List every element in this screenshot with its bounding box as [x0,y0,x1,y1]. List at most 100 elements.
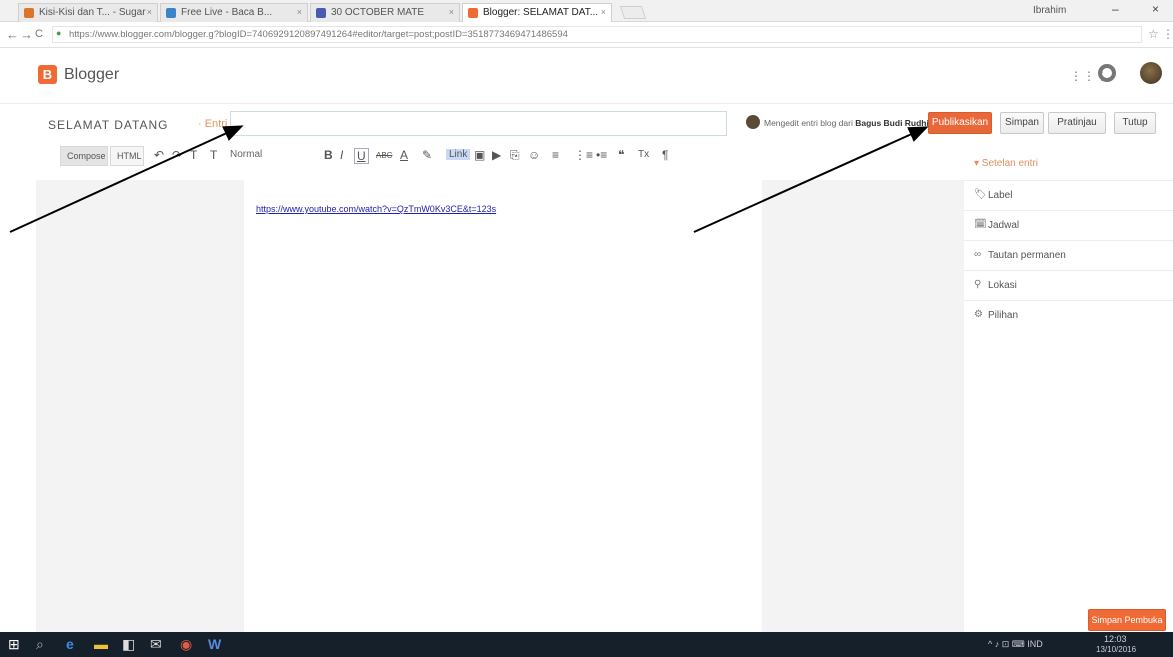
favicon-icon [166,8,176,18]
reload-icon[interactable]: C [35,28,43,40]
format-select[interactable]: Normal [230,149,262,160]
tab-4-active[interactable]: Blogger: SELAMAT DAT... × [462,3,612,22]
windows-taskbar: ⊞ ⌕ e ▬ ◧ ✉ ◉ W ^ ♪ ⊡ ⌨ IND 12:03 13/10/… [0,632,1173,657]
align-icon[interactable]: ≡ [552,148,559,162]
address-bar-row: ← → C https://www.blogger.com/blogger.g?… [0,22,1173,48]
sidebar-item-schedule[interactable]: 🗓 Jadwal [964,210,1173,238]
close-window-icon[interactable]: × [1152,2,1159,16]
redo-icon[interactable]: ↷ [172,148,182,162]
gear-icon: ⚙ [974,309,983,320]
publish-button[interactable]: Publikasikan [928,112,992,134]
html-mode-button[interactable]: HTML [110,146,144,166]
url-input[interactable]: https://www.blogger.com/blogger.g?blogID… [52,26,1142,43]
store-icon[interactable]: ◧ [122,636,135,652]
blogger-logo-icon[interactable]: B [38,65,57,84]
menu-icon[interactable]: ⋮ [1162,27,1173,41]
post-body-editor[interactable]: https://www.youtube.com/watch?v=QzTmW0Kv… [244,180,762,632]
blogger-header [0,49,1173,109]
location-icon: ⚲ [974,279,982,290]
numbered-list-icon[interactable]: ⋮≡ [574,148,593,162]
link-button[interactable]: Link [446,149,471,160]
entry-label: · Entri [198,118,228,130]
header-divider [0,103,1173,104]
window-user[interactable]: Ibrahim [1033,5,1066,16]
sidebar-item-label: Jadwal [988,220,1020,231]
bullet-list-icon[interactable]: •≡ [596,148,607,162]
sidebar-save-button[interactable]: Simpan Pembuka [1088,609,1166,631]
jump-break-icon[interactable]: ⎘ [510,148,520,163]
clock-date[interactable]: 13/10/2016 [1096,645,1136,654]
author-name: Bagus Budi Rudhi [855,118,929,128]
preview-button[interactable]: Pratinjau [1048,112,1106,134]
video-icon[interactable]: ▶ [492,148,501,162]
close-icon[interactable]: × [297,7,302,17]
undo-icon[interactable]: ↶ [154,148,164,162]
emoji-icon[interactable]: ☺ [528,148,540,162]
url-text: https://www.blogger.com/blogger.g?blogID… [69,29,568,40]
close-button[interactable]: Tutup [1114,112,1156,134]
close-icon[interactable]: × [601,7,606,17]
author-prefix: Mengedit entri blog dari [764,118,856,128]
new-tab-button[interactable] [619,6,647,19]
sidebar-item-location[interactable]: ⚲ Lokasi [964,270,1173,298]
sidebar-item-label: Tautan permanen [988,250,1066,261]
image-icon[interactable]: ▣ [474,148,485,162]
rtl-icon[interactable]: ¶ [662,148,668,162]
clear-format-icon[interactable]: Tx [638,149,649,160]
editor-right-margin [762,180,964,632]
compose-mode-button[interactable]: Compose [60,146,108,166]
sidebar-item-options[interactable]: ⚙ Pilihan [964,300,1173,328]
author-avatar [746,115,760,129]
author-info: Mengedit entri blog dari Bagus Budi Rudh… [764,118,929,128]
bold-icon[interactable]: B [324,148,333,162]
italic-icon[interactable]: I [340,148,343,162]
strikethrough-icon[interactable]: ABC [376,151,392,160]
system-tray[interactable]: ^ ♪ ⊡ ⌨ IND [988,639,1043,650]
sidebar-item-permalink[interactable]: ∞ Tautan permanen [964,240,1173,268]
text-color-icon[interactable]: A [400,148,408,162]
sidebar-item-label: Pilihan [988,310,1019,321]
minimize-icon[interactable]: – [1112,2,1119,16]
mail-icon[interactable]: ✉ [150,636,162,652]
tab-3-label: 30 OCTOBER MATE [331,7,424,18]
blog-title[interactable]: SELAMAT DATANG [48,118,168,132]
lock-icon: ● [56,28,62,38]
link-icon: ∞ [974,249,982,260]
edge-icon[interactable]: e [66,636,74,652]
sidebar-item-label: Lokasi [988,280,1017,291]
close-icon[interactable]: × [449,7,454,17]
highlight-icon[interactable]: ✎ [422,148,432,162]
body-link[interactable]: https://www.youtube.com/watch?v=QzTmW0Kv… [256,204,496,214]
underline-icon[interactable]: U [354,148,369,164]
font-icon[interactable]: T [190,148,197,162]
browser-tab-bar: Kisi-Kisi dan T... - Sugar × Free Live -… [0,0,1173,22]
favicon-icon [24,8,34,18]
clock-time[interactable]: 12:03 [1104,634,1127,644]
save-button[interactable]: Simpan [1000,112,1044,134]
tab-1-label: Kisi-Kisi dan T... - Sugar [39,7,146,18]
post-settings-sidebar: ▾ Setelan entri 🏷 Label 🗓 Jadwal ∞ Tauta… [964,140,1173,632]
post-settings-title[interactable]: ▾ Setelan entri [974,158,1038,169]
blogger-name[interactable]: Blogger [64,66,119,84]
chrome-icon[interactable]: ◉ [180,636,192,652]
tag-icon: 🏷 [974,189,987,200]
tab-3[interactable]: 30 OCTOBER MATE × [310,3,460,22]
font-size-icon[interactable]: T [210,148,217,162]
post-title-input[interactable] [230,111,727,136]
tab-2[interactable]: Free Live - Baca B... × [160,3,308,22]
quote-icon[interactable]: ❝ [618,148,624,162]
account-avatar[interactable] [1140,62,1162,84]
start-icon[interactable]: ⊞ [8,636,20,652]
forward-icon[interactable]: → [20,27,33,42]
file-explorer-icon[interactable]: ▬ [94,636,108,652]
back-icon[interactable]: ← [6,27,19,42]
tab-1[interactable]: Kisi-Kisi dan T... - Sugar × [18,3,158,22]
bookmark-star-icon[interactable]: ☆ [1148,27,1159,41]
settings-gear-icon[interactable] [1098,64,1116,82]
sidebar-item-labels[interactable]: 🏷 Label [964,180,1173,208]
search-icon[interactable]: ⌕ [36,636,44,652]
calendar-icon: 🗓 [974,219,987,230]
editor-left-margin [36,180,244,632]
word-icon[interactable]: W [208,636,221,652]
close-icon[interactable]: × [147,7,152,17]
